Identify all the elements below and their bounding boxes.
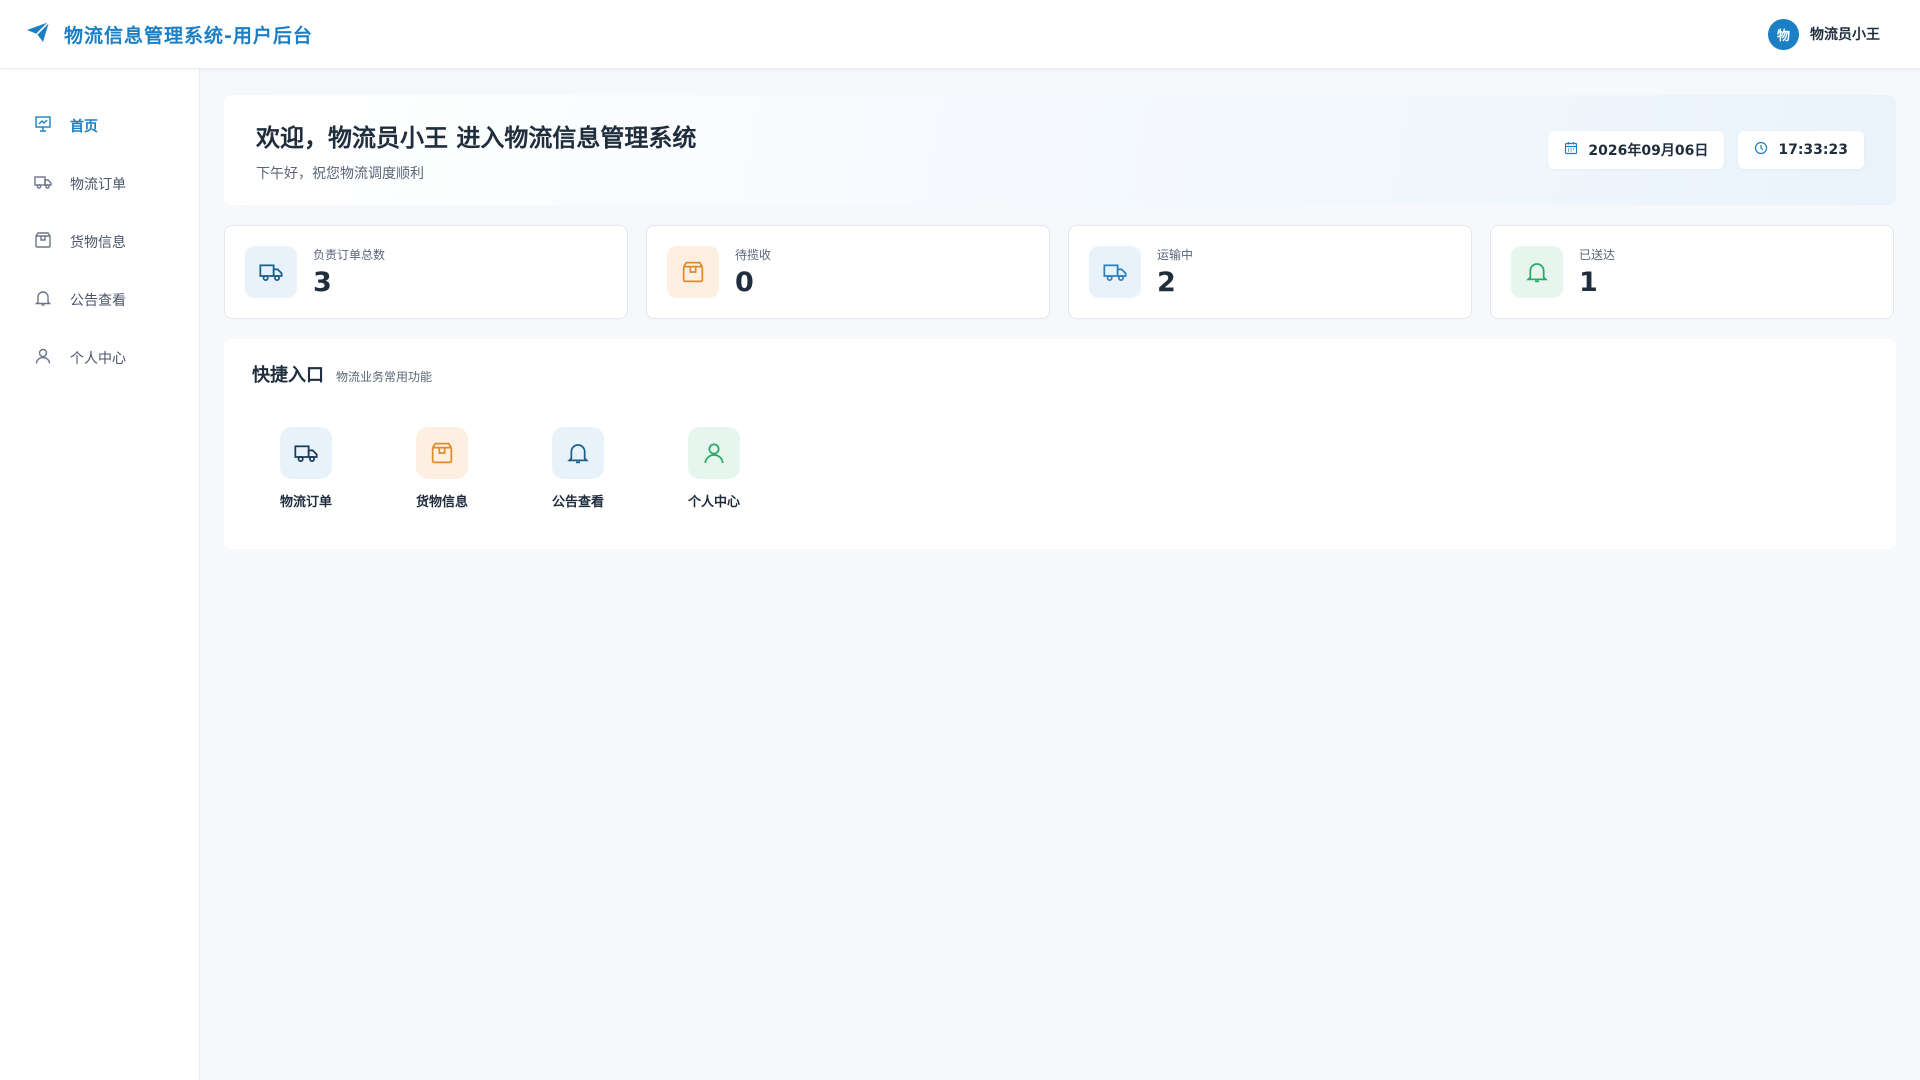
stats-row: 负责订单总数 3 待揽收 0 运输中 2 已送达 1 bbox=[224, 225, 1896, 319]
quick-entry-label: 物流订单 bbox=[279, 495, 332, 510]
user-menu[interactable]: 物 物流员小王 bbox=[1768, 18, 1880, 50]
quick-entry-panel: 快捷入口 物流业务常用功能 物流订单 货物信息 公告查看 个人中心 bbox=[224, 339, 1896, 549]
user-icon bbox=[688, 427, 740, 479]
app-title: 物流信息管理系统-用户后台 bbox=[64, 24, 313, 47]
main-content: 欢迎，物流员小王 进入物流信息管理系统 下午好，祝您物流调度顺利 2026年09… bbox=[224, 69, 1896, 549]
stat-card-delivered[interactable]: 已送达 1 bbox=[1490, 225, 1894, 319]
quick-entry-profile[interactable]: 个人中心 bbox=[666, 427, 762, 510]
quick-entry-title: 快捷入口 bbox=[252, 365, 324, 386]
truck-icon bbox=[245, 246, 297, 298]
bell-icon bbox=[552, 427, 604, 479]
welcome-banner: 欢迎，物流员小王 进入物流信息管理系统 下午好，祝您物流调度顺利 2026年09… bbox=[224, 95, 1896, 205]
stat-value: 3 bbox=[313, 267, 332, 298]
truck-icon bbox=[280, 427, 332, 479]
stat-value: 0 bbox=[735, 267, 754, 298]
datetime-chips: 2026年09月06日 17:33:23 bbox=[1548, 131, 1864, 169]
package-icon bbox=[34, 231, 52, 253]
home-chart-icon bbox=[34, 115, 52, 137]
sidebar-item-home[interactable]: 首页 bbox=[0, 97, 199, 155]
stat-card-in-transit[interactable]: 运输中 2 bbox=[1068, 225, 1472, 319]
stat-value: 1 bbox=[1579, 267, 1598, 298]
stat-label: 待揽收 bbox=[735, 248, 772, 262]
stat-card-total-orders[interactable]: 负责订单总数 3 bbox=[224, 225, 628, 319]
user-icon bbox=[34, 347, 52, 369]
paper-plane-icon bbox=[26, 21, 50, 47]
sidebar-item-label: 个人中心 bbox=[70, 351, 126, 367]
sidebar-item-label: 公告查看 bbox=[70, 293, 126, 309]
quick-entry-label: 货物信息 bbox=[415, 495, 468, 510]
stat-label: 负责订单总数 bbox=[313, 248, 386, 262]
quick-entry-notices[interactable]: 公告查看 bbox=[530, 427, 626, 510]
clock-icon bbox=[1754, 141, 1768, 159]
welcome-subtitle: 下午好，祝您物流调度顺利 bbox=[256, 165, 424, 182]
user-name[interactable]: 物流员小王 bbox=[1810, 24, 1880, 44]
sidebar-item-label: 货物信息 bbox=[70, 235, 126, 251]
quick-entry-subtitle: 物流业务常用功能 bbox=[336, 370, 433, 384]
stat-value: 2 bbox=[1157, 267, 1176, 298]
brand[interactable]: 物流信息管理系统-用户后台 bbox=[26, 21, 313, 48]
time-text: 17:33:23 bbox=[1778, 142, 1848, 158]
bell-icon bbox=[34, 289, 52, 311]
sidebar-item-goods[interactable]: 货物信息 bbox=[0, 213, 199, 271]
welcome-title: 欢迎，物流员小王 进入物流信息管理系统 bbox=[256, 123, 697, 152]
quick-entry-orders[interactable]: 物流订单 bbox=[258, 427, 354, 510]
stat-card-pending-pickup[interactable]: 待揽收 0 bbox=[646, 225, 1050, 319]
date-chip: 2026年09月06日 bbox=[1548, 131, 1725, 169]
date-text: 2026年09月06日 bbox=[1588, 143, 1709, 159]
truck-icon bbox=[1089, 246, 1141, 298]
sidebar-item-label: 物流订单 bbox=[70, 177, 126, 193]
avatar[interactable]: 物 bbox=[1768, 18, 1799, 50]
package-icon bbox=[667, 246, 719, 298]
sidebar: 首页 物流订单 货物信息 公告查看 个人中心 bbox=[0, 69, 200, 1080]
sidebar-item-profile[interactable]: 个人中心 bbox=[0, 329, 199, 387]
bell-icon bbox=[1511, 246, 1563, 298]
sidebar-item-orders[interactable]: 物流订单 bbox=[0, 155, 199, 213]
sidebar-item-notices[interactable]: 公告查看 bbox=[0, 271, 199, 329]
stat-label: 已送达 bbox=[1579, 248, 1616, 262]
quick-entry-label: 公告查看 bbox=[551, 495, 604, 510]
truck-icon bbox=[34, 173, 52, 195]
sidebar-item-label: 首页 bbox=[70, 119, 98, 135]
calendar-icon bbox=[1564, 141, 1578, 159]
package-icon bbox=[416, 427, 468, 479]
stat-label: 运输中 bbox=[1157, 248, 1194, 262]
quick-entry-goods[interactable]: 货物信息 bbox=[394, 427, 490, 510]
top-header: 物流信息管理系统-用户后台 物 物流员小王 bbox=[0, 0, 1920, 69]
quick-entry-label: 个人中心 bbox=[687, 495, 740, 510]
time-chip: 17:33:23 bbox=[1738, 131, 1864, 169]
